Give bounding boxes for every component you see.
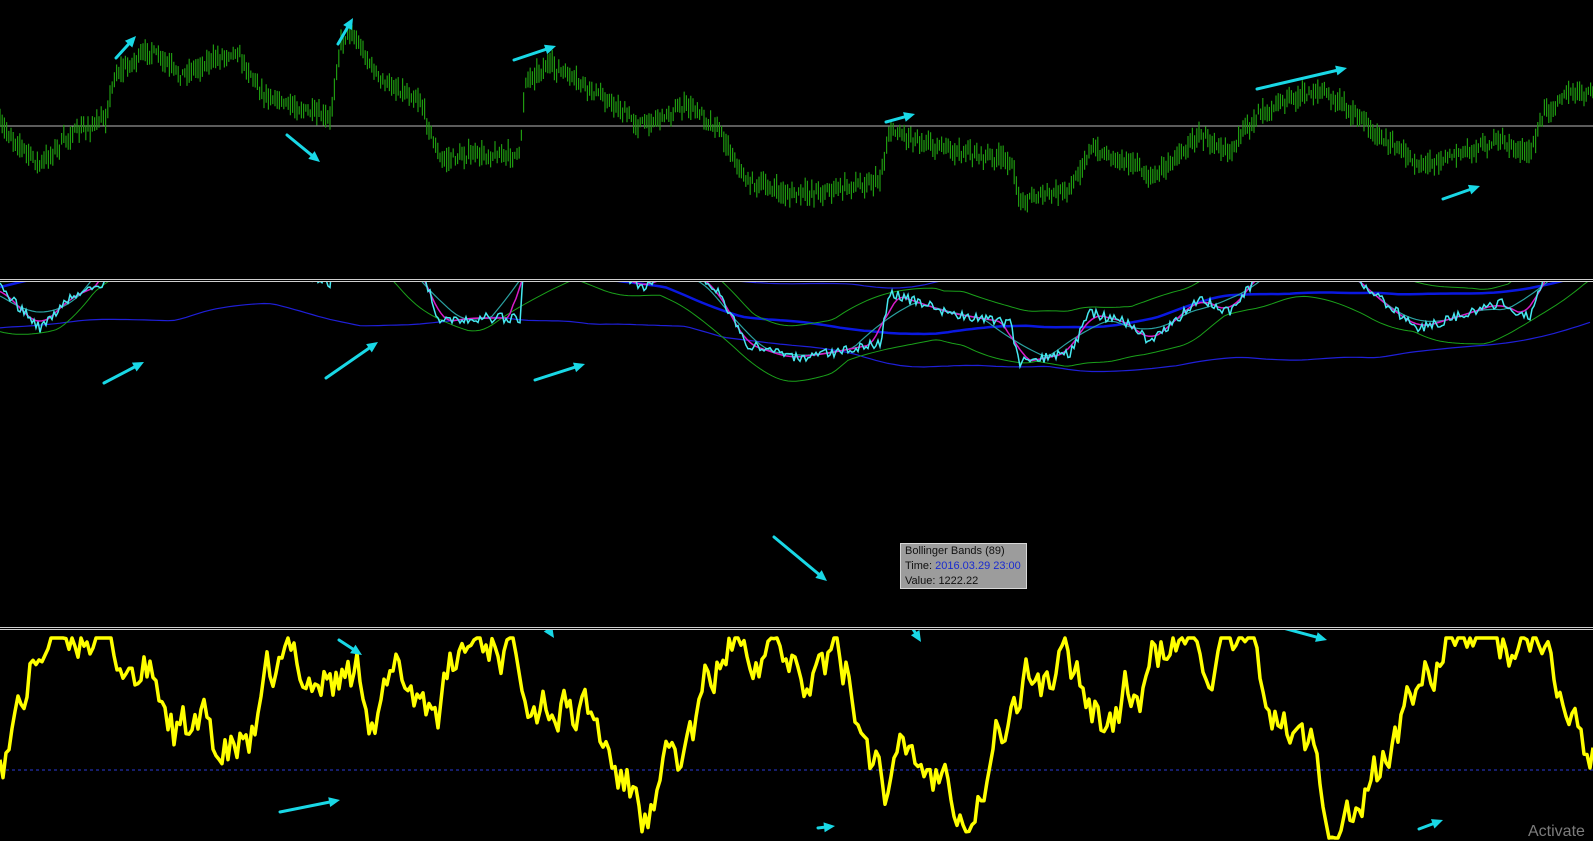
tooltip-time-label: Time: (905, 560, 933, 572)
price-close-line (0, 282, 1544, 370)
trend-arrow-icon (903, 112, 915, 122)
trend-arrow-icon (572, 362, 585, 373)
trend-arrow-icon (278, 800, 331, 814)
trend-arrow-icon (533, 365, 577, 382)
trend-arrow-icon (324, 346, 371, 380)
trend-arrow-icon (1284, 630, 1318, 639)
trend-arrow-icon (823, 822, 835, 833)
trend-arrow-icon (285, 133, 313, 157)
bollinger-bands-chart[interactable] (0, 282, 1593, 627)
trend-arrow-icon (1335, 65, 1347, 76)
activation-watermark: Activate (1528, 823, 1585, 840)
upper-band-line (740, 282, 939, 289)
price-chart-pane[interactable] (0, 0, 1593, 279)
indicator-tooltip: Bollinger Bands (89) Time: 2016.03.29 23… (900, 543, 1027, 589)
trend-arrow-icon (328, 797, 340, 808)
trend-arrow-icon (114, 42, 131, 60)
trend-arrow-icon (1430, 819, 1443, 829)
trend-arrow-icon (816, 825, 826, 830)
oscillator-chart[interactable] (0, 630, 1593, 840)
trend-arrow-icon (543, 630, 554, 638)
lower-band-line (0, 302, 1591, 373)
trend-arrow-icon (512, 47, 548, 62)
tooltip-time-row: Time: 2016.03.29 23:00 (905, 559, 1026, 574)
trend-arrow-icon (911, 630, 917, 635)
fast-upper-band-line (0, 282, 1512, 327)
trend-arrow-icon (102, 365, 136, 385)
fast-lower-band-line (0, 282, 1589, 382)
tooltip-value-row: Value: 1222.22 (905, 574, 1026, 589)
oscillator-pane[interactable] (0, 630, 1593, 840)
trend-arrow-icon (337, 638, 355, 651)
trend-arrow-icon (1417, 822, 1435, 831)
trend-arrow-icon (884, 115, 906, 124)
trend-arrow-icon (1315, 632, 1327, 642)
oscillator-line (0, 636, 1593, 840)
tooltip-title: Bollinger Bands (89) (905, 545, 1005, 557)
tooltip-value-label: Value: (905, 575, 936, 587)
middle-band-line (0, 282, 1564, 336)
tooltip-time-value: 2016.03.29 23:00 (935, 560, 1021, 572)
trend-arrow-icon (1441, 188, 1472, 201)
price-bar-series (0, 23, 1593, 213)
tooltip-value: 1222.22 (938, 575, 979, 587)
trend-arrow-icon (1467, 184, 1480, 195)
trend-arrow-icon (543, 44, 556, 55)
price-bars-chart[interactable] (0, 0, 1593, 279)
trend-arrow-icon (772, 535, 821, 576)
bollinger-bands-pane[interactable] (0, 282, 1593, 627)
